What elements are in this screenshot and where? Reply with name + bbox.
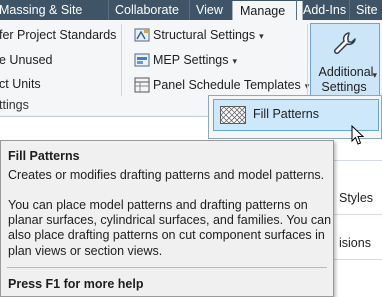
tab-site[interactable]: Site [349,0,378,20]
tooltip-body: You can place model patterns and draftin… [8,198,332,258]
revisions-label[interactable]: isions [339,236,371,250]
additional-settings-button[interactable]: Additional Settings ▾ [310,23,380,96]
additional-settings-label-line1: Additional [318,65,374,79]
fill-pattern-icon [220,106,246,124]
wrench-icon [333,32,356,55]
additional-settings-label-line2: Settings [321,80,367,94]
tooltip-help-text: Press F1 for more help [8,277,144,291]
mep-settings-button[interactable]: MEP Settings ▾ [153,53,237,67]
object-styles-label[interactable]: Styles [339,191,373,205]
mep-settings-icon [134,53,150,67]
purge-unused-button[interactable]: e Unused [0,53,53,67]
structural-settings-button[interactable]: Structural Settings ▾ [153,28,264,42]
divider-line [334,214,382,215]
dropdown-arrow-icon: ▾ [372,70,377,80]
panel-divider [307,24,308,96]
dropdown-arrow-icon: ▾ [259,31,264,41]
structural-settings-icon [134,28,150,42]
tab-manage[interactable]: Manage [232,1,303,21]
panel-divider [121,24,122,96]
settings-panel-label: ttings [0,98,29,112]
tooltip-description: Creates or modifies drafting patterns an… [8,168,325,182]
project-units-button[interactable]: ct Units [0,77,41,91]
dropdown-arrow-icon: ▾ [232,56,238,66]
tooltip-separator [7,267,327,268]
fill-patterns-label: Fill Patterns [253,107,319,121]
tab-massing-site[interactable]: Massing & Site [0,0,88,20]
transfer-project-standards-button[interactable]: fer Project Standards [0,28,116,42]
fill-patterns-tooltip: Fill Patterns Creates or modifies drafti… [0,140,334,297]
panel-schedule-templates-button[interactable]: Panel Schedule Templates▾ [153,78,309,92]
tab-view[interactable]: View [189,0,223,20]
tooltip-title: Fill Patterns [8,149,80,163]
tab-add-ins[interactable]: Add-Ins [296,0,346,20]
divider-line [334,259,382,260]
divider-line [334,160,382,161]
ribbon-tab-bar: Massing & Site Collaborate View Manage A… [0,0,382,21]
tab-collaborate[interactable]: Collaborate [108,0,179,20]
panel-schedule-icon [134,77,150,93]
mouse-cursor-icon [351,125,365,145]
